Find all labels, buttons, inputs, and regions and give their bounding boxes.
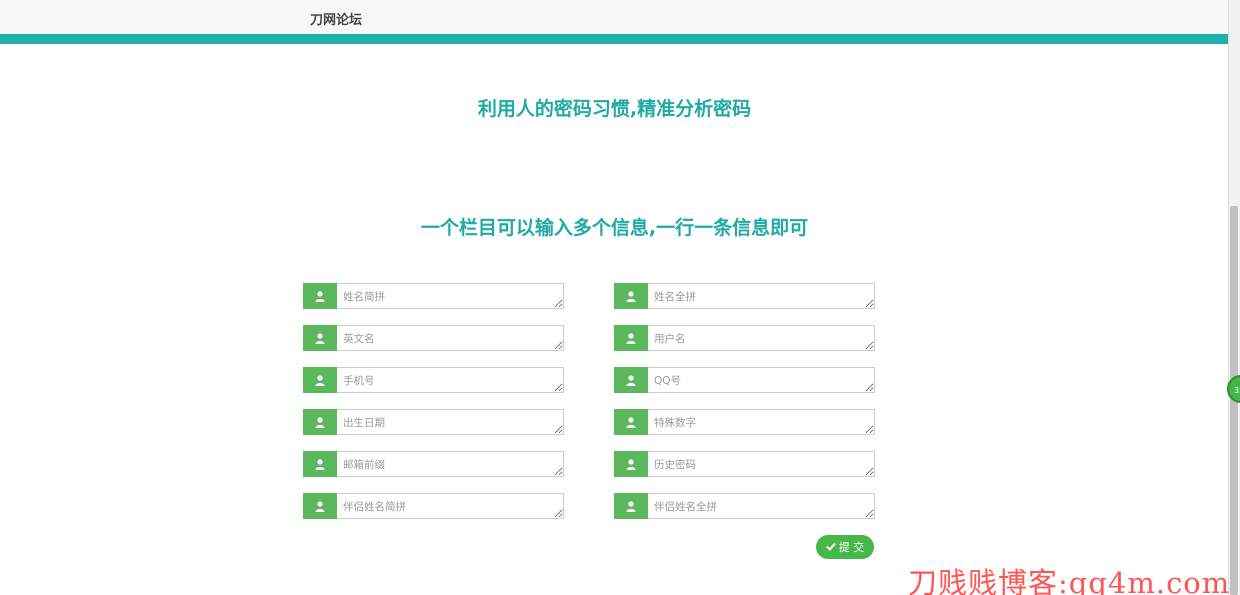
- user-icon: [614, 409, 648, 435]
- user-icon: [614, 367, 648, 393]
- english-name-input[interactable]: [337, 325, 564, 351]
- field-group-name-full: [614, 283, 875, 309]
- email-prefix-input[interactable]: [337, 451, 564, 477]
- user-icon: [303, 325, 337, 351]
- name-full-pinyin-input[interactable]: [648, 283, 875, 309]
- user-icon: [303, 451, 337, 477]
- field-group-email-prefix: [303, 451, 564, 477]
- field-group-phone: [303, 367, 564, 393]
- page: 刀网论坛 利用人的密码习惯,精准分析密码 一个栏目可以输入多个信息,一行一条信息…: [0, 0, 1240, 595]
- partner-name-full-pinyin-input[interactable]: [648, 493, 875, 519]
- special-digits-input[interactable]: [648, 409, 875, 435]
- field-group-english-name: [303, 325, 564, 351]
- user-icon: [614, 283, 648, 309]
- user-icon: [303, 367, 337, 393]
- partner-name-initials-input[interactable]: [337, 493, 564, 519]
- name-initials-input[interactable]: [337, 283, 564, 309]
- check-icon: [826, 541, 836, 554]
- qq-number-input[interactable]: [648, 367, 875, 393]
- field-group-history-password: [614, 451, 875, 477]
- page-scrollbar[interactable]: [1228, 0, 1240, 595]
- field-group-username: [614, 325, 875, 351]
- accent-bar: [0, 34, 1229, 44]
- user-icon: [614, 451, 648, 477]
- submit-button-label: 提 交: [838, 541, 865, 554]
- user-icon: [303, 283, 337, 309]
- submit-button[interactable]: 提 交: [816, 535, 874, 559]
- field-group-special-digits: [614, 409, 875, 435]
- secondary-heading: 一个栏目可以输入多个信息,一行一条信息即可: [420, 217, 809, 239]
- field-group-partner-initials: [303, 493, 564, 519]
- watermark-text: 刀贱贱博客:qq4m.com: [908, 566, 1231, 595]
- field-group-partner-full: [614, 493, 875, 519]
- user-icon: [614, 325, 648, 351]
- primary-heading: 利用人的密码习惯,精准分析密码: [477, 98, 752, 120]
- user-icon: [303, 409, 337, 435]
- brand-link[interactable]: 刀网论坛: [310, 9, 362, 28]
- username-input[interactable]: [648, 325, 875, 351]
- birthdate-input[interactable]: [337, 409, 564, 435]
- field-group-birthdate: [303, 409, 564, 435]
- field-group-name-initials: [303, 283, 564, 309]
- history-password-input[interactable]: [648, 451, 875, 477]
- field-group-qq: [614, 367, 875, 393]
- phone-number-input[interactable]: [337, 367, 564, 393]
- user-icon: [303, 493, 337, 519]
- user-icon: [614, 493, 648, 519]
- top-navbar: 刀网论坛: [0, 0, 1229, 35]
